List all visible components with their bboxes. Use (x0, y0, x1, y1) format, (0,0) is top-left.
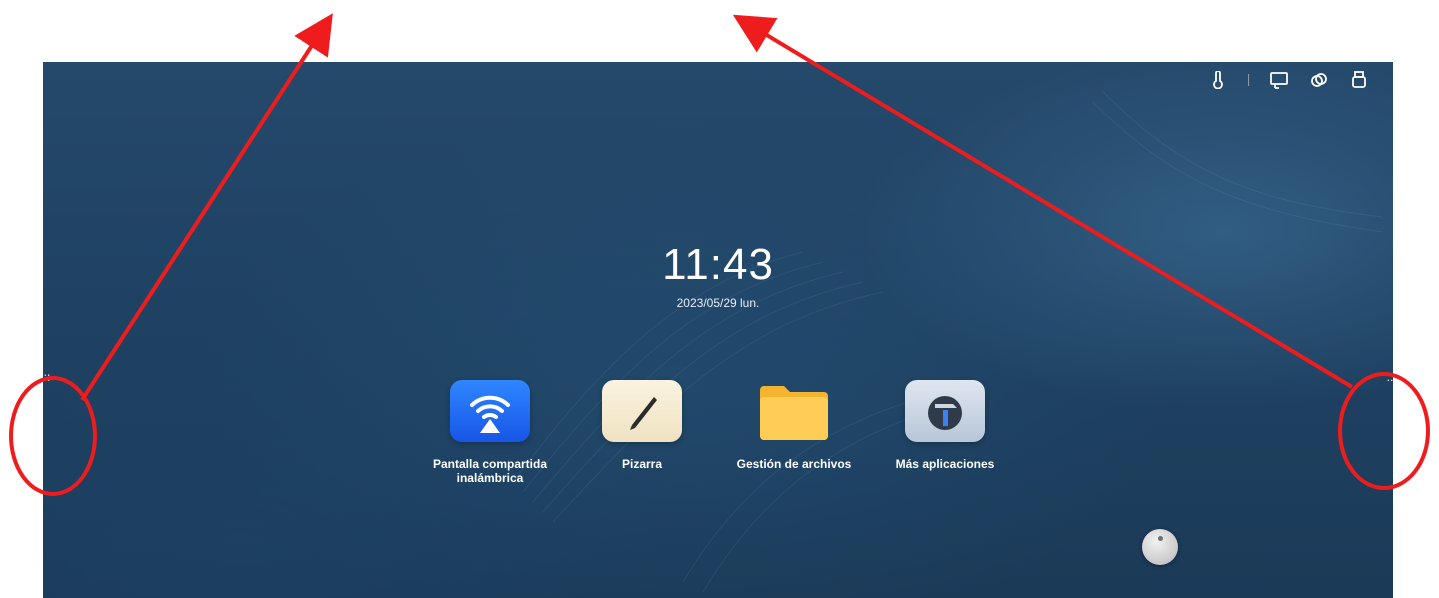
status-bar (1208, 70, 1369, 90)
app-wireless-screen-share[interactable]: Pantalla compartida inalámbrica (415, 380, 565, 485)
folder-icon (754, 380, 834, 442)
wallpaper-waves (512, 91, 1384, 593)
app-label: Más aplicaciones (870, 457, 1020, 471)
status-separator (1248, 74, 1249, 86)
thermometer-icon[interactable] (1208, 70, 1228, 90)
clock-time: 11:43 (662, 240, 774, 289)
app-label-line1: Más aplicaciones (895, 457, 995, 471)
clock-date: 2023/05/29 lun. (676, 296, 760, 310)
desktop-screen: 11:43 2023/05/29 lun. Pantalla compartid… (43, 62, 1393, 598)
app-label-line1: Pantalla compartida (432, 457, 548, 471)
usb-icon[interactable] (1349, 70, 1369, 90)
right-edge-handle[interactable]: :: (1385, 371, 1395, 383)
assistive-ball-dot (1158, 536, 1163, 541)
app-label: Gestión de archivos (719, 457, 869, 471)
app-label-line2: inalámbrica (456, 471, 524, 485)
app-label: Pantalla compartida inalámbrica (415, 457, 565, 485)
app-whiteboard[interactable]: Pizarra (567, 380, 717, 471)
app-file-manager[interactable]: Gestión de archivos (719, 380, 869, 471)
app-label-line1: Pizarra (621, 457, 663, 471)
floating-assistive-ball[interactable] (1142, 529, 1178, 565)
link-icon[interactable] (1309, 70, 1329, 90)
whiteboard-pen-icon (602, 380, 682, 442)
app-label: Pizarra (567, 457, 717, 471)
app-label-line1: Gestión de archivos (736, 457, 852, 471)
toolbox-hammer-icon (905, 380, 985, 442)
screen-share-icon[interactable] (1269, 70, 1289, 90)
app-more-apps[interactable]: Más aplicaciones (870, 380, 1020, 471)
left-edge-handle[interactable]: :: (42, 371, 52, 383)
wireless-screen-share-icon (450, 380, 530, 442)
